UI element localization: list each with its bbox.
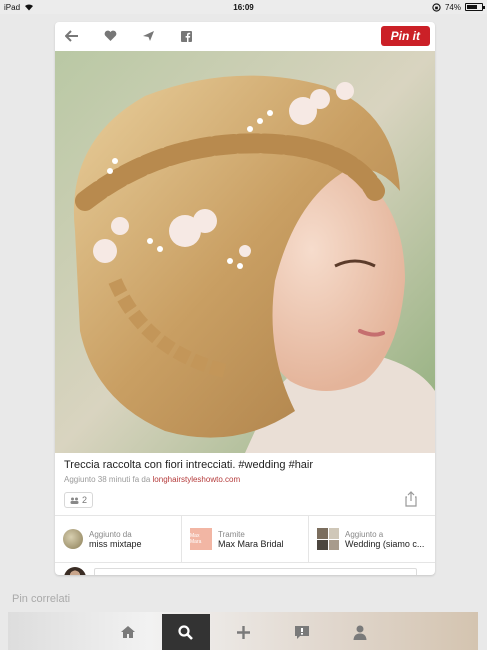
- facebook-icon[interactable]: [177, 27, 195, 45]
- status-bar: iPad 16:09 74%: [0, 0, 487, 14]
- send-icon[interactable]: [139, 27, 157, 45]
- clock: 16:09: [233, 2, 254, 12]
- tab-profile[interactable]: [336, 614, 384, 650]
- pin-description: Treccia raccolta con fiori intrecciati. …: [64, 459, 314, 471]
- battery-percent: 74%: [444, 2, 461, 12]
- board-thumbnail: [317, 528, 339, 550]
- comment-input[interactable]: [94, 568, 417, 575]
- added-by-label: Aggiunto da: [89, 529, 132, 539]
- battery-fill: [467, 5, 478, 9]
- heart-icon[interactable]: [101, 27, 119, 45]
- pin-it-button[interactable]: Pin it: [380, 26, 430, 46]
- battery-icon: [465, 3, 485, 11]
- users-icon: [70, 497, 79, 504]
- back-arrow-icon[interactable]: [63, 27, 81, 45]
- via-user: Max Mara Bridal: [218, 538, 284, 549]
- tab-notifications[interactable]: [278, 614, 326, 650]
- related-pins-heading: Pin correlati: [12, 593, 71, 605]
- lock-rotation-icon: [432, 2, 441, 12]
- pin-card: Pin it Treccia raccolta con fiori intrec…: [55, 22, 435, 575]
- board-name: Wedding (siamo c...: [345, 538, 425, 549]
- tab-search[interactable]: [161, 614, 210, 650]
- home-icon: [120, 626, 135, 638]
- via-label: Tramite: [218, 529, 245, 539]
- pin-toolbar: Pin it: [55, 22, 435, 50]
- user-icon: [353, 625, 366, 640]
- pin-info-row: Aggiunto da miss mixtape Max Mara Tramit…: [55, 515, 435, 563]
- tab-add[interactable]: [220, 614, 268, 650]
- device-name: iPad: [4, 2, 21, 12]
- via-cell[interactable]: Max Mara Tramite Max Mara Bridal: [182, 516, 309, 562]
- max-mara-logo: Max Mara: [190, 528, 212, 550]
- share-icon[interactable]: [405, 491, 417, 512]
- added-by-user: miss mixtape: [89, 538, 142, 549]
- pin-image[interactable]: [55, 51, 435, 453]
- board-label: Aggiunto a: [345, 529, 384, 539]
- search-icon: [178, 624, 193, 640]
- tab-home[interactable]: [104, 614, 152, 650]
- source-link[interactable]: longhairstyleshowto.com: [153, 475, 241, 484]
- wifi-icon: [25, 4, 34, 11]
- comment-row: [64, 567, 417, 575]
- plus-icon: [237, 625, 250, 639]
- added-by-cell[interactable]: Aggiunto da miss mixtape: [55, 516, 182, 562]
- avatar: [63, 529, 83, 549]
- board-cell[interactable]: Aggiunto a Wedding (siamo c...: [309, 516, 435, 562]
- likes-badge[interactable]: 2: [64, 492, 94, 508]
- tab-bar: [0, 614, 487, 650]
- speech-bubble-icon: [294, 625, 309, 639]
- user-avatar: [64, 567, 86, 575]
- pin-meta: Aggiunto 38 minuti fa da longhairstylesh…: [64, 475, 240, 484]
- added-time: Aggiunto 38 minuti fa da: [64, 475, 151, 484]
- likes-count: 2: [82, 495, 88, 505]
